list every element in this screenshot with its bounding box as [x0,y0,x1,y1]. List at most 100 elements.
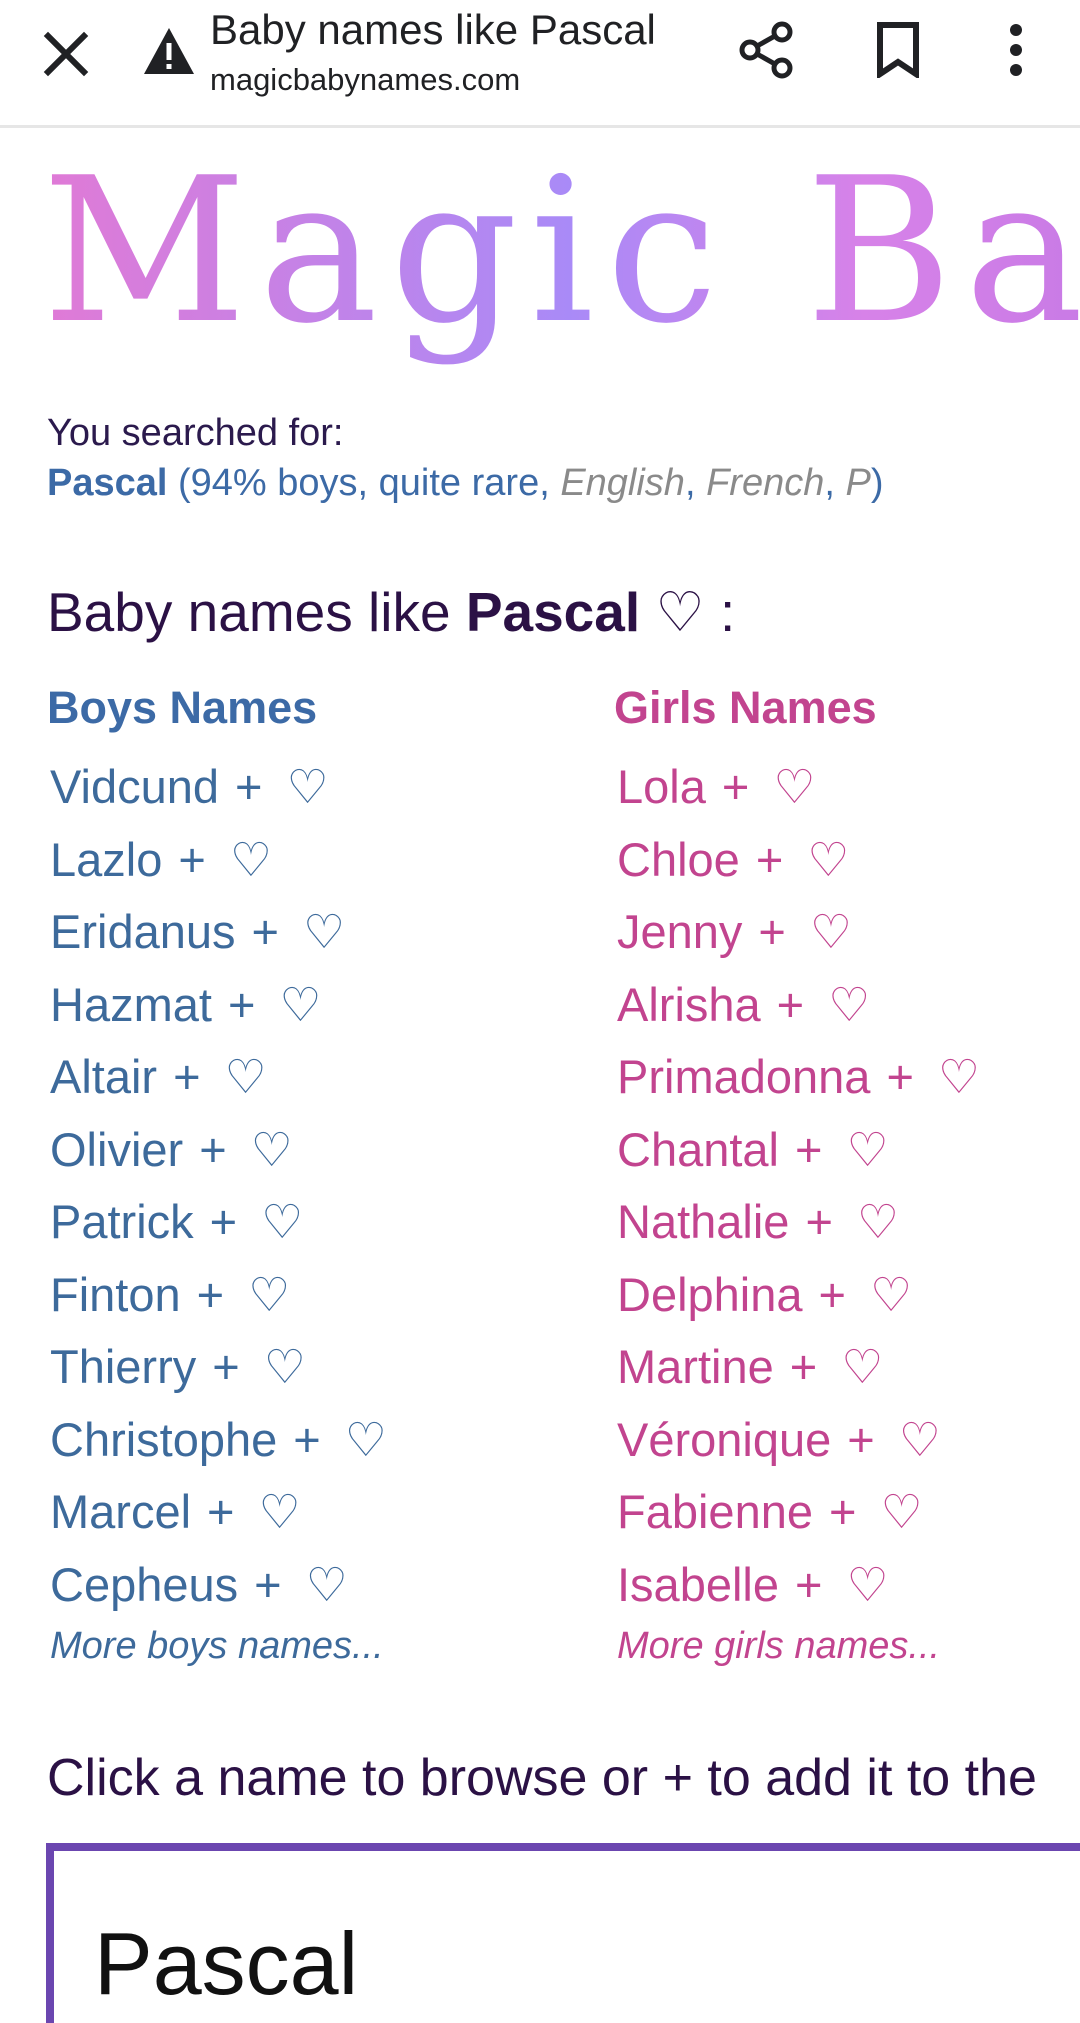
add-name-button[interactable]: + [886,1050,913,1103]
name-link[interactable]: Eridanus [50,905,236,958]
site-logo[interactable]: Magic Ba [44,130,1080,380]
more-vert-icon[interactable] [1000,22,1032,78]
name-link[interactable]: Olivier [50,1123,183,1176]
add-name-button[interactable]: + [228,978,255,1031]
heart-icon[interactable]: ♡ [230,833,272,886]
heart-icon[interactable]: ♡ [345,1413,387,1466]
bookmark-icon[interactable] [874,22,922,78]
name-row: Nathalie + ♡ [617,1186,980,1259]
add-name-button[interactable]: + [758,905,785,958]
heart-icon[interactable]: ♡ [828,978,870,1031]
heart-icon[interactable]: ♡ [841,1340,883,1393]
name-link[interactable]: Chloe [617,833,740,886]
name-link[interactable]: Vidcund [50,760,219,813]
heart-icon[interactable]: ♡ [248,1268,290,1321]
origin-english-link[interactable]: English [560,462,685,504]
heart-icon[interactable]: ♡ [807,833,849,886]
add-name-button[interactable]: + [173,1050,200,1103]
heart-icon[interactable]: ♡ [810,905,852,958]
add-name-button[interactable]: + [178,833,205,886]
heart-icon[interactable]: ♡ [899,1413,941,1466]
add-name-button[interactable]: + [254,1558,281,1611]
heart-icon[interactable]: ♡ [279,978,321,1031]
add-name-button[interactable]: + [252,905,279,958]
heart-icon[interactable]: ♡ [880,1485,922,1538]
name-link[interactable]: Alrisha [617,978,761,1031]
name-row: Jenny + ♡ [617,896,980,969]
name-row: Christophe + ♡ [50,1404,387,1477]
heading-heart-icon[interactable]: ♡ [640,581,704,643]
name-link[interactable]: Fabienne [617,1485,813,1538]
name-link[interactable]: Cepheus [50,1558,238,1611]
add-name-button[interactable]: + [293,1413,320,1466]
name-link[interactable]: Altair [50,1050,157,1103]
girls-names-title: Girls Names [614,682,877,733]
boys-names-column: Boys Names Vidcund + ♡ Lazlo + ♡ Eridanus + ♡ Haz… [47,680,387,1668]
add-name-button[interactable]: + [199,1123,226,1176]
heading-suffix: : [704,581,736,643]
close-icon[interactable] [40,28,92,80]
searched-name-link[interactable]: Pascal [47,462,167,504]
add-name-button[interactable]: + [207,1485,234,1538]
name-link[interactable]: Martine [617,1340,774,1393]
logo-text: Magic Ba [44,135,1080,368]
heart-icon[interactable]: ♡ [938,1050,980,1103]
more-girls-names-link[interactable]: More girls names... [617,1625,980,1668]
name-link[interactable]: Chantal [617,1123,779,1176]
heart-icon[interactable]: ♡ [306,1558,348,1611]
name-link[interactable]: Jenny [617,905,742,958]
name-row: Primadonna + ♡ [617,1041,980,1114]
page-url[interactable]: magicbabynames.com [210,62,520,98]
warning-icon[interactable] [142,26,196,76]
add-name-button[interactable]: + [210,1195,237,1248]
add-name-button[interactable]: + [795,1123,822,1176]
name-link[interactable]: Véronique [617,1413,831,1466]
origin-french-link[interactable]: French [706,462,824,504]
heart-icon[interactable]: ♡ [225,1050,267,1103]
name-link[interactable]: Marcel [50,1485,191,1538]
name-link[interactable]: Hazmat [50,978,212,1031]
share-icon[interactable] [738,20,794,80]
name-link[interactable]: Isabelle [617,1558,779,1611]
more-boys-names-link[interactable]: More boys names... [50,1625,387,1668]
selected-name[interactable]: Pascal [94,1913,358,2015]
add-name-button[interactable]: + [722,760,749,813]
heart-icon[interactable]: ♡ [264,1340,306,1393]
heart-icon[interactable]: ♡ [261,1195,303,1248]
heart-icon[interactable]: ♡ [857,1195,899,1248]
heart-icon[interactable]: ♡ [846,1123,888,1176]
add-name-button[interactable]: + [819,1268,846,1321]
name-link[interactable]: Delphina [617,1268,803,1321]
add-name-button[interactable]: + [795,1558,822,1611]
heart-icon[interactable]: ♡ [846,1558,888,1611]
name-link[interactable]: Nathalie [617,1195,789,1248]
heart-icon[interactable]: ♡ [286,760,328,813]
name-row: Marcel + ♡ [50,1476,387,1549]
heart-icon[interactable]: ♡ [258,1485,300,1538]
add-name-button[interactable]: + [829,1485,856,1538]
add-name-button[interactable]: + [756,833,783,886]
page-title[interactable]: Baby names like Pascal [210,6,656,54]
name-link[interactable]: Lazlo [50,833,162,886]
name-link[interactable]: Christophe [50,1413,277,1466]
name-link[interactable]: Thierry [50,1340,196,1393]
add-name-button[interactable]: + [197,1268,224,1321]
browser-top-bar: Baby names like Pascal magicbabynames.co… [0,0,1080,128]
add-name-button[interactable]: + [777,978,804,1031]
name-link[interactable]: Patrick [50,1195,194,1248]
heart-icon[interactable]: ♡ [251,1123,293,1176]
name-row: Patrick + ♡ [50,1186,387,1259]
add-name-button[interactable]: + [847,1413,874,1466]
add-name-button[interactable]: + [790,1340,817,1393]
name-link[interactable]: Lola [617,760,706,813]
heart-icon[interactable]: ♡ [303,905,345,958]
name-row: Finton + ♡ [50,1259,387,1332]
name-link[interactable]: Finton [50,1268,181,1321]
heart-icon[interactable]: ♡ [870,1268,912,1321]
add-name-button[interactable]: + [235,760,262,813]
heart-icon[interactable]: ♡ [773,760,815,813]
add-name-button[interactable]: + [212,1340,239,1393]
add-name-button[interactable]: + [805,1195,832,1248]
origin-p-link[interactable]: P [845,462,870,504]
name-link[interactable]: Primadonna [617,1050,870,1103]
